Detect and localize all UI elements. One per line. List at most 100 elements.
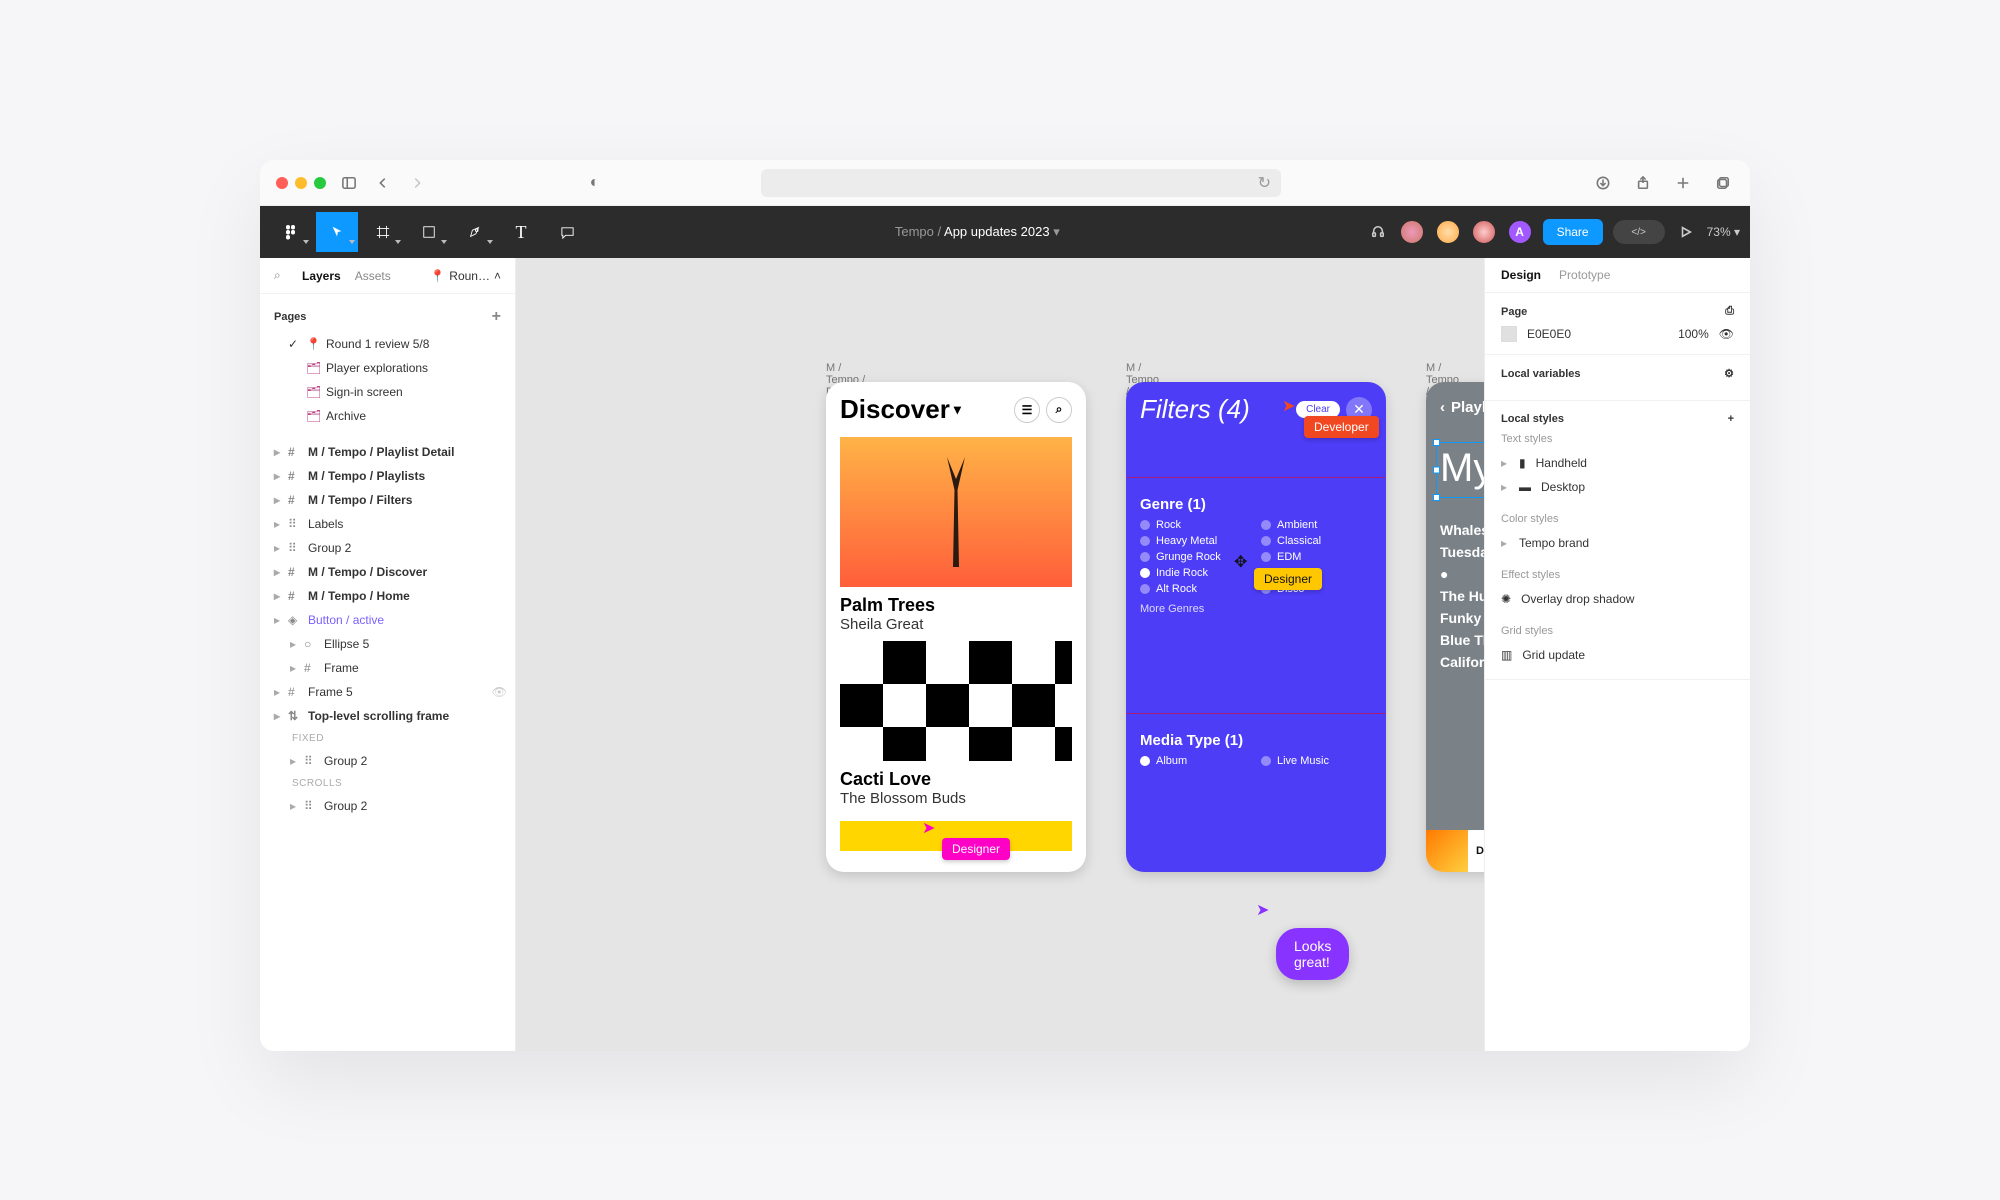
- back-label: Playlists: [1451, 399, 1484, 416]
- tab-layers[interactable]: Layers: [302, 269, 341, 283]
- move-tool[interactable]: [316, 212, 358, 252]
- tabs-overview-icon[interactable]: [1712, 172, 1734, 194]
- layer-item[interactable]: ▸#M / Tempo / Filters: [260, 488, 515, 512]
- layer-item[interactable]: ▸⇅Top-level scrolling frame: [260, 704, 515, 728]
- collaborator-avatar-1[interactable]: [1399, 219, 1425, 245]
- settings-icon[interactable]: ⚙: [1724, 367, 1734, 380]
- page-item[interactable]: 🗂Player explorations: [274, 356, 501, 380]
- add-page-icon[interactable]: +: [492, 308, 501, 326]
- song-artist-1: Sheila Great: [826, 616, 1086, 641]
- search-icon-ab: ⌕: [1046, 397, 1072, 423]
- main-menu-button[interactable]: [270, 212, 312, 252]
- layer-item[interactable]: ▸⠿Group 2: [260, 536, 515, 560]
- layer-item[interactable]: ▸#M / Tempo / Home: [260, 584, 515, 608]
- maximize-window-icon[interactable]: [314, 177, 326, 189]
- nav-back-icon[interactable]: [372, 172, 394, 194]
- present-icon[interactable]: [1675, 221, 1697, 243]
- export-icon[interactable]: ⎙: [1725, 305, 1734, 318]
- dev-mode-toggle[interactable]: </>: [1613, 220, 1665, 244]
- layer-item[interactable]: ▸⠿Group 2: [260, 794, 515, 818]
- page-item[interactable]: 🗂Archive: [274, 404, 501, 428]
- pen-tool[interactable]: [454, 212, 496, 252]
- layer-item[interactable]: ▸#Frame: [260, 656, 515, 680]
- comment-cursor-icon: ➤: [1256, 900, 1269, 920]
- bg-hex[interactable]: E0E0E0: [1527, 327, 1571, 341]
- search-icon[interactable]: ⌕: [274, 268, 288, 283]
- style-overlay-shadow[interactable]: ✺Overlay drop shadow: [1501, 587, 1734, 611]
- collaborator-avatar-2[interactable]: [1435, 219, 1461, 245]
- song-artist-2: The Blossom Buds: [826, 790, 1086, 815]
- genre-chip: Alt Rock: [1140, 583, 1251, 595]
- page-item[interactable]: ✓📍Round 1 review 5/8: [274, 332, 501, 356]
- more-genres: More Genres: [1126, 595, 1386, 623]
- style-handheld[interactable]: ▸▮Handheld: [1501, 451, 1734, 475]
- color-styles-label: Color styles: [1501, 513, 1734, 525]
- tab-prototype[interactable]: Prototype: [1559, 268, 1610, 282]
- new-tab-icon[interactable]: [1672, 172, 1694, 194]
- add-style-icon[interactable]: +: [1728, 413, 1734, 425]
- current-user-avatar[interactable]: A: [1507, 219, 1533, 245]
- share-button[interactable]: Share: [1543, 219, 1603, 245]
- comment-tool[interactable]: [546, 212, 588, 252]
- layer-item[interactable]: ▸#Frame 5👁: [260, 680, 515, 704]
- layer-item[interactable]: ▸⠿Group 2: [260, 749, 515, 773]
- download-icon[interactable]: [1592, 172, 1614, 194]
- browser-window: ◐ ↻ T Tempo / App updates 2023 ▾ A: [260, 160, 1750, 1051]
- close-window-icon[interactable]: [276, 177, 288, 189]
- layer-item[interactable]: ▸○Ellipse 5: [260, 632, 515, 656]
- minimize-window-icon[interactable]: [295, 177, 307, 189]
- layer-item[interactable]: ▸⠿Labels: [260, 512, 515, 536]
- filters-title: Filters (4): [1140, 394, 1250, 425]
- artboard-discover[interactable]: Discover ▾ ☰ ⌕ Palm Trees Sheila Great C…: [826, 382, 1086, 872]
- address-bar[interactable]: ↻: [761, 169, 1281, 197]
- layer-item[interactable]: ▸#M / Tempo / Playlist Detail: [260, 440, 515, 464]
- bg-opacity[interactable]: 100%: [1678, 327, 1709, 341]
- tab-design[interactable]: Design: [1501, 268, 1541, 282]
- file-title[interactable]: Tempo / App updates 2023 ▾: [592, 224, 1363, 240]
- style-tempo-brand[interactable]: ▸Tempo brand: [1501, 531, 1734, 555]
- style-grid-update[interactable]: ▥Grid update: [1501, 643, 1734, 667]
- nav-forward-icon[interactable]: [406, 172, 428, 194]
- genre-chip: Ambient: [1261, 519, 1372, 531]
- local-styles-header: Local styles: [1501, 413, 1564, 425]
- genre-chip: Classical: [1261, 535, 1372, 547]
- cursor-designer2-icon: ➤: [922, 818, 935, 838]
- layer-item[interactable]: ▸#M / Tempo / Playlists: [260, 464, 515, 488]
- comment-bubble[interactable]: Looks great!: [1276, 928, 1349, 980]
- style-desktop[interactable]: ▸▬Desktop: [1501, 475, 1734, 499]
- page-selector[interactable]: 📍 Roun… ˄: [430, 269, 501, 283]
- collaborator-avatar-3[interactable]: [1471, 219, 1497, 245]
- selection-box[interactable]: [1436, 442, 1484, 498]
- zoom-level[interactable]: 73% ▾: [1707, 225, 1740, 239]
- now-playing-bar: Dragon Mix Sis… ◀◀▶▶▶: [1426, 830, 1484, 872]
- audio-icon[interactable]: [1367, 221, 1389, 243]
- share-icon-browser[interactable]: [1632, 172, 1654, 194]
- tab-assets[interactable]: Assets: [355, 269, 391, 283]
- layer-item[interactable]: ▸#M / Tempo / Discover: [260, 560, 515, 584]
- sidebar-toggle-icon[interactable]: [338, 172, 360, 194]
- playlist-row: Funky BootsLawlii: [1440, 607, 1484, 629]
- traffic-lights[interactable]: [276, 177, 326, 189]
- playlist-row: Tuesday MornOHYEAH!: [1440, 541, 1484, 563]
- cursor-designer-label: Designer: [1254, 568, 1322, 590]
- shield-icon[interactable]: ◐: [584, 172, 606, 194]
- album-cover-2: [840, 641, 1072, 761]
- reload-icon[interactable]: ↻: [1258, 173, 1271, 193]
- artboard-filters[interactable]: Filters (4) Clear ✕ Genre (1) RockAmbien…: [1126, 382, 1386, 872]
- song-title-2: Cacti Love: [826, 761, 1086, 790]
- design-canvas[interactable]: M / Tempo / Discover M / Tempo / Filters…: [516, 258, 1484, 1051]
- visibility-icon[interactable]: 👁: [1719, 327, 1734, 341]
- playlist-row: The HurtSJPC: [1440, 585, 1484, 607]
- media-header: Media Type (1): [1126, 713, 1386, 755]
- artboard-playlist-detail[interactable]: ‹Playlists ⋯⌕ My Play WhalesongThe Drags…: [1426, 382, 1484, 872]
- frame-tool[interactable]: [362, 212, 404, 252]
- genre-chip: EDM: [1261, 551, 1372, 563]
- album-cover-1: [840, 437, 1072, 587]
- shape-tool[interactable]: [408, 212, 450, 252]
- layer-item[interactable]: ▸◈Button / active: [260, 608, 515, 632]
- page-item[interactable]: 🗂Sign-in screen: [274, 380, 501, 404]
- bg-swatch[interactable]: [1501, 326, 1517, 342]
- playlist-row: SistersDog Power: [1440, 563, 1484, 585]
- text-tool[interactable]: T: [500, 212, 542, 252]
- back-chevron-icon: ‹: [1440, 399, 1445, 416]
